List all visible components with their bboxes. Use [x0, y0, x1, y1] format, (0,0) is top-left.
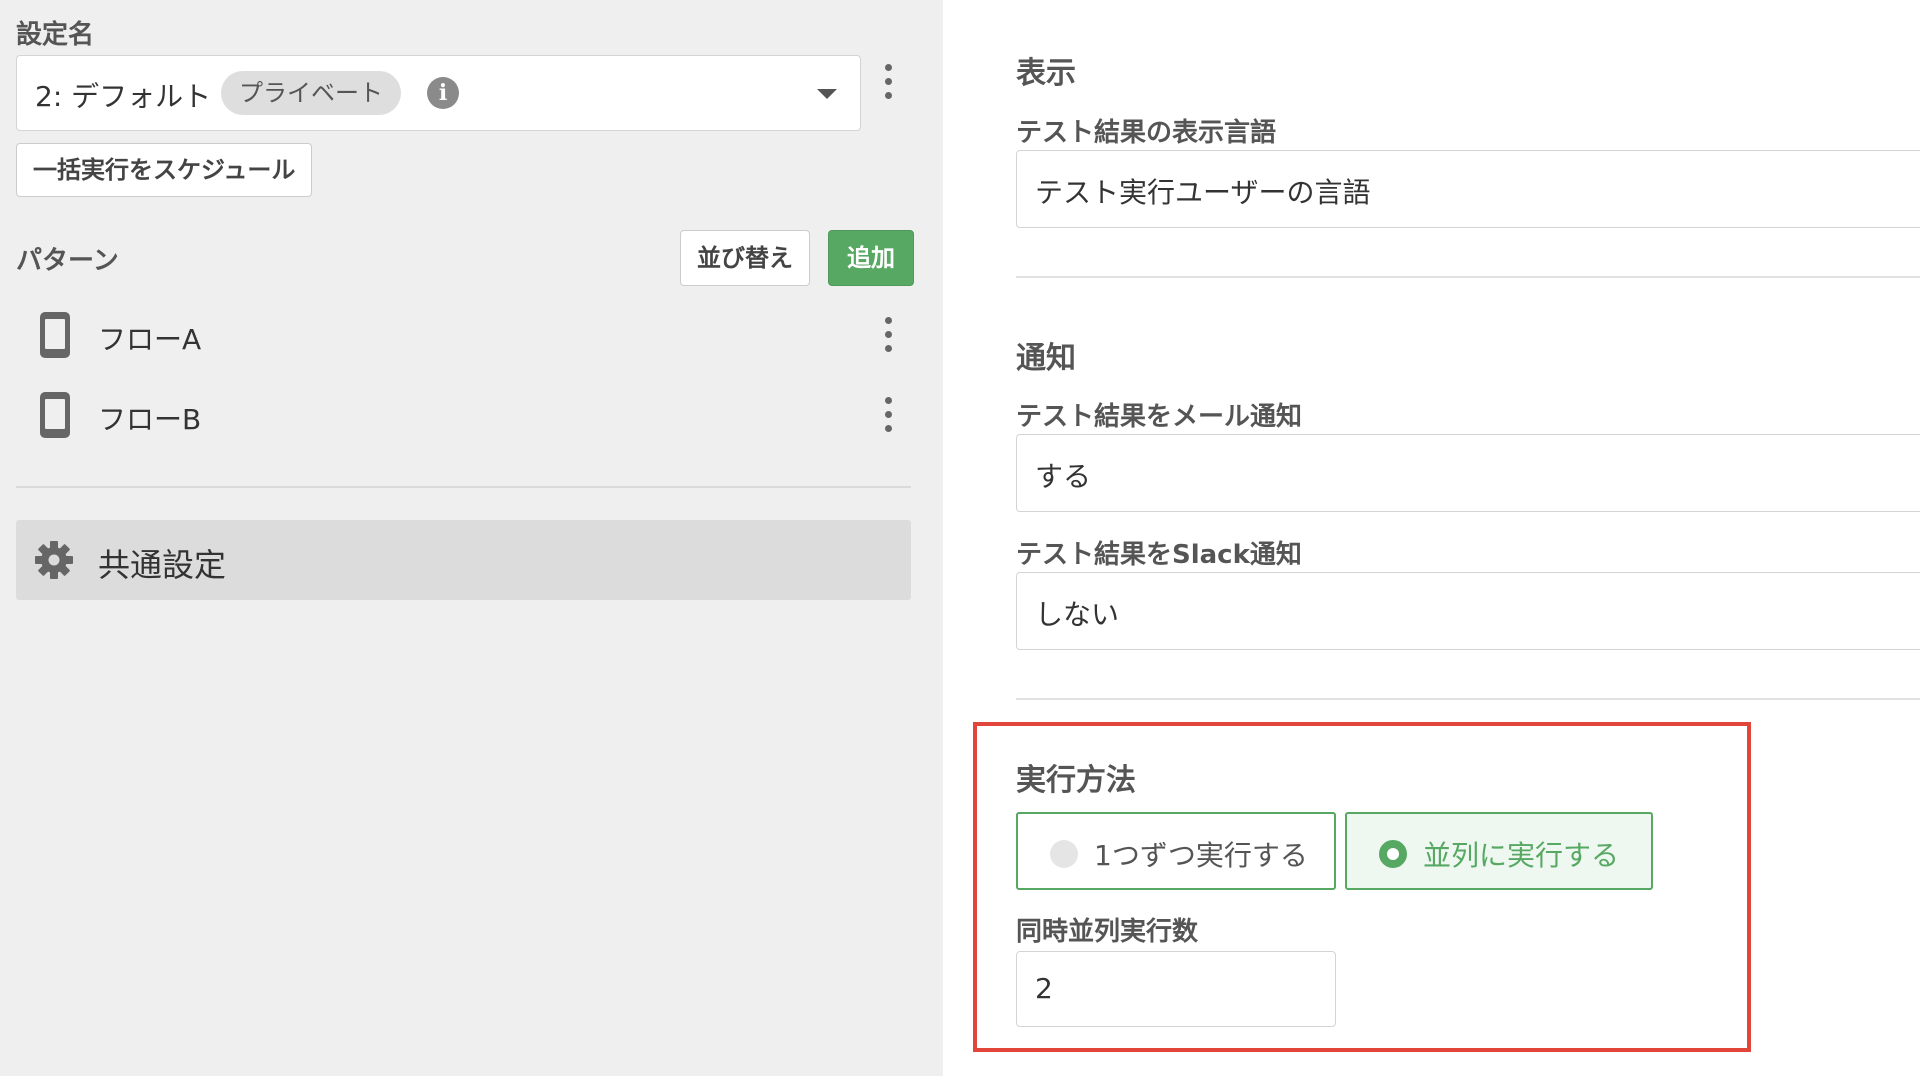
- email-notify-label: テスト結果をメール通知: [1016, 402, 1303, 432]
- display-language-select[interactable]: テスト実行ユーザーの言語: [1016, 150, 1920, 228]
- add-pattern-button[interactable]: 追加: [828, 230, 914, 286]
- common-settings-label: 共通設定: [98, 546, 227, 584]
- concurrency-value: 2: [1035, 972, 1053, 1005]
- notification-section-title: 通知: [1016, 341, 1076, 376]
- slack-notify-select[interactable]: しない: [1016, 572, 1920, 650]
- execution-option-label: 1つずつ実行する: [1094, 839, 1308, 872]
- sort-button[interactable]: 並び替え: [680, 230, 810, 286]
- email-notify-select[interactable]: する: [1016, 434, 1920, 512]
- divider: [1016, 698, 1920, 700]
- divider: [1016, 276, 1920, 278]
- pattern-b-kebab-icon[interactable]: [883, 397, 893, 433]
- setting-select[interactable]: 2: デフォルト プライベート i: [16, 55, 861, 131]
- left-panel: 設定名 2: デフォルト プライベート i 一括実行をスケジュール パターン 並…: [0, 0, 943, 1076]
- pattern-name: フローA: [98, 323, 202, 356]
- pattern-item-flow-a[interactable]: フローA: [16, 300, 911, 370]
- radio-unselected-icon[interactable]: [1050, 840, 1078, 868]
- setting-name-label: 設定名: [16, 20, 95, 50]
- common-settings-item[interactable]: 共通設定: [16, 520, 911, 600]
- setting-select-value: 2: デフォルト: [35, 80, 212, 113]
- email-notify-value: する: [1035, 460, 1092, 493]
- pattern-a-kebab-icon[interactable]: [883, 317, 893, 353]
- schedule-batch-button[interactable]: 一括実行をスケジュール: [16, 143, 313, 197]
- pattern-name: フローB: [98, 403, 202, 436]
- pattern-section-label: パターン: [16, 246, 119, 276]
- display-language-label: テスト結果の表示言語: [1016, 118, 1277, 148]
- chevron-down-icon[interactable]: [817, 89, 837, 99]
- slack-notify-value: しない: [1035, 598, 1120, 631]
- gear-icon: [35, 541, 73, 579]
- concurrency-input[interactable]: 2: [1016, 951, 1336, 1027]
- pattern-item-flow-b[interactable]: フローB: [16, 380, 911, 450]
- info-icon[interactable]: i: [427, 77, 459, 109]
- execution-option-sequential[interactable]: 1つずつ実行する: [1016, 812, 1336, 890]
- setting-more-kebab-icon[interactable]: [883, 64, 893, 100]
- divider: [16, 486, 911, 488]
- radio-selected-icon[interactable]: [1379, 840, 1407, 868]
- display-language-value: テスト実行ユーザーの言語: [1035, 176, 1371, 209]
- execution-option-parallel[interactable]: 並列に実行する: [1345, 812, 1653, 890]
- private-badge: プライベート: [221, 71, 401, 115]
- execution-option-label: 並列に実行する: [1423, 839, 1620, 872]
- display-section-title: 表示: [1016, 56, 1076, 91]
- phone-icon: [40, 392, 70, 438]
- phone-icon: [40, 312, 70, 358]
- slack-notify-label: テスト結果をSlack通知: [1016, 540, 1302, 570]
